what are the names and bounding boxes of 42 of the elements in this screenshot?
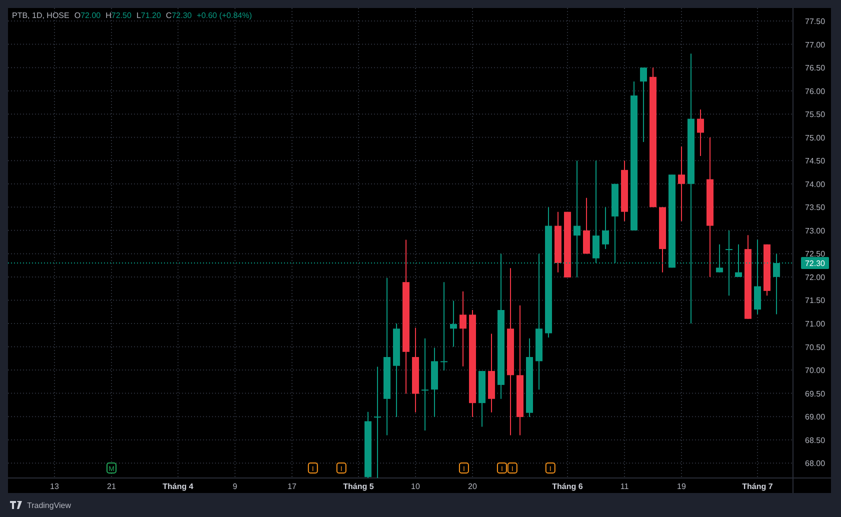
- time-axis-label: 9: [232, 482, 238, 491]
- price-axis-label: 69.00: [805, 412, 826, 422]
- price-axis-label: 68.00: [805, 459, 826, 468]
- time-axis-label: 13: [50, 482, 59, 491]
- price-axis-label: 75.50: [805, 110, 826, 120]
- time-axis-label: Tháng 7: [742, 482, 773, 491]
- time-axis-label: 11: [620, 482, 629, 491]
- ohlc-value: H72.50: [106, 11, 132, 20]
- price-axis-label: 68.50: [805, 436, 826, 445]
- ref-line-label: 72.30: [804, 259, 826, 268]
- symbol-label: PTB, 1D, HOSE: [12, 11, 70, 20]
- time-axis-label: 20: [468, 482, 477, 491]
- time-axis-label: 10: [411, 482, 420, 491]
- price-axis-label: 74.00: [805, 180, 826, 189]
- price-axis-label: 74.50: [805, 156, 826, 166]
- price-axis-label: 75.00: [805, 133, 826, 142]
- last-price-tag: 72.30: [801, 257, 829, 269]
- price-axis-label: 73.00: [805, 226, 826, 236]
- time-axis-label: Tháng 6: [552, 482, 583, 491]
- ohlc-value: O72.00: [74, 11, 101, 20]
- time-axis-label: Tháng 5: [343, 482, 374, 491]
- price-axis-label: 71.00: [805, 320, 826, 328]
- price-axis-label: 77.00: [805, 40, 826, 50]
- price-axis-label: 76.00: [805, 86, 826, 96]
- price-axis-label: 69.50: [805, 389, 826, 398]
- price-axis-label: 76.50: [805, 64, 826, 73]
- price-axis-label: 72.50: [805, 250, 826, 259]
- time-axis-label: 19: [677, 482, 686, 491]
- ohlc-value: L71.20: [136, 11, 161, 20]
- logo-icon: [10, 501, 23, 509]
- ohlc-value: C72.30: [166, 11, 192, 20]
- price-axis-label: 70.50: [805, 342, 826, 352]
- price-axis-label: 72.00: [805, 272, 826, 282]
- time-axis-label: Tháng 4: [162, 482, 194, 491]
- price-axis-label: 73.50: [805, 203, 826, 212]
- time-axis-label: 21: [107, 482, 116, 491]
- price-axis-label: 70.00: [805, 366, 826, 376]
- price-axis-label: 71.50: [805, 296, 826, 306]
- price-change: +0.60 (+0.84%): [196, 11, 252, 20]
- price-axis-label: 77.50: [805, 17, 826, 26]
- time-axis-label: 17: [288, 482, 296, 491]
- brand-name[interactable]: TradingView: [27, 500, 72, 510]
